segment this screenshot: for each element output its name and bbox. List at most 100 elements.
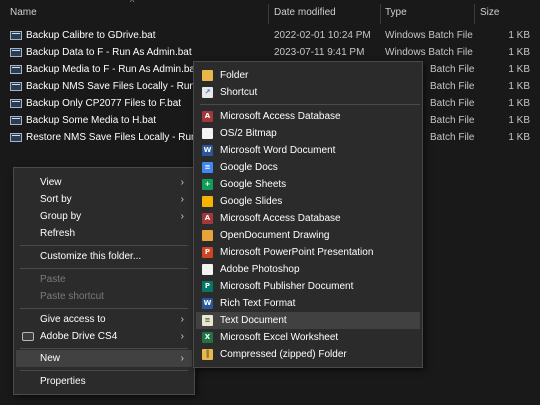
menu-item-label: Properties <box>40 376 86 387</box>
file-type: Windows Batch File <box>385 47 473 58</box>
batch-file-icon <box>10 116 22 125</box>
menu-item-label: Group by <box>40 211 82 222</box>
new-item-publisher[interactable]: P Microsoft Publisher Document <box>196 278 420 295</box>
file-row[interactable]: Backup Calibre to GDrive.bat 2022-02-01 … <box>0 27 540 44</box>
column-name[interactable]: Name <box>10 0 37 26</box>
new-submenu: Folder ↗ Shortcut A Microsoft Access Dat… <box>193 61 423 368</box>
bitmap-icon <box>202 128 213 139</box>
file-name: Backup Calibre to GDrive.bat <box>26 30 156 41</box>
shortcut-icon: ↗ <box>202 87 213 98</box>
new-item-label: Microsoft Excel Worksheet <box>220 332 339 343</box>
new-item-label: OpenDocument Drawing <box>220 230 330 241</box>
menu-item-properties[interactable]: Properties <box>16 373 192 390</box>
menu-item-label: Sort by <box>40 194 72 205</box>
file-name: Backup Data to F - Run As Admin.bat <box>26 47 192 58</box>
google-sheets-icon: + <box>202 179 213 190</box>
new-item-label: Rich Text Format <box>220 298 296 309</box>
menu-divider <box>20 268 188 269</box>
new-item-access-database-2[interactable]: A Microsoft Access Database <box>196 210 420 227</box>
new-item-label: Compressed (zipped) Folder <box>220 349 347 360</box>
new-item-label: Folder <box>220 70 249 81</box>
menu-item-paste-shortcut: Paste shortcut <box>16 288 192 305</box>
file-type: Batch File <box>430 115 475 126</box>
chevron-right-icon: › <box>180 211 184 222</box>
file-name: Backup NMS Save Files Locally - Run As <box>26 81 209 92</box>
rich-text-icon: W <box>202 298 213 309</box>
drive-icon <box>22 332 34 341</box>
file-type: Batch File <box>430 64 475 75</box>
file-type: Windows Batch File <box>385 30 473 41</box>
new-item-label: OS/2 Bitmap <box>220 128 277 139</box>
access-icon: A <box>202 111 213 122</box>
menu-divider <box>200 104 420 105</box>
new-item-label: Adobe Photoshop <box>220 264 300 275</box>
chevron-right-icon: › <box>180 177 184 188</box>
new-item-label: Google Sheets <box>220 179 287 190</box>
new-item-label: Microsoft PowerPoint Presentation <box>220 247 374 258</box>
file-size: 1 KB <box>508 98 530 109</box>
file-name: Backup Only CP2077 Files to F.bat <box>26 98 182 109</box>
new-item-powerpoint[interactable]: P Microsoft PowerPoint Presentation <box>196 244 420 261</box>
column-divider[interactable] <box>380 4 381 24</box>
new-item-os2-bitmap[interactable]: OS/2 Bitmap <box>196 125 420 142</box>
chevron-right-icon: › <box>180 353 184 364</box>
menu-item-sort-by[interactable]: Sort by › <box>16 191 192 208</box>
new-item-folder[interactable]: Folder <box>196 67 420 84</box>
column-size[interactable]: Size <box>480 0 499 26</box>
file-type: Batch File <box>430 81 475 92</box>
folder-icon <box>202 70 213 81</box>
menu-item-refresh[interactable]: Refresh <box>16 225 192 242</box>
batch-file-icon <box>10 31 22 40</box>
menu-item-paste: Paste <box>16 271 192 288</box>
menu-divider <box>20 308 188 309</box>
menu-divider <box>20 245 188 246</box>
menu-item-give-access[interactable]: Give access to › <box>16 311 192 328</box>
new-item-zip-folder[interactable]: ║ Compressed (zipped) Folder <box>196 346 420 363</box>
menu-item-label: View <box>40 177 62 188</box>
file-size: 1 KB <box>508 64 530 75</box>
new-item-photoshop[interactable]: Adobe Photoshop <box>196 261 420 278</box>
menu-item-customize-folder[interactable]: Customize this folder... <box>16 248 192 265</box>
new-item-opendocument-drawing[interactable]: OpenDocument Drawing <box>196 227 420 244</box>
file-size: 1 KB <box>508 81 530 92</box>
new-item-shortcut[interactable]: ↗ Shortcut <box>196 84 420 101</box>
new-item-excel[interactable]: X Microsoft Excel Worksheet <box>196 329 420 346</box>
file-date: 2023-07-11 9:41 PM <box>274 47 365 58</box>
menu-item-label: Give access to <box>40 314 106 325</box>
new-item-text-document[interactable]: ≡ Text Document <box>196 312 420 329</box>
menu-item-view[interactable]: View › <box>16 174 192 191</box>
google-docs-icon: ≡ <box>202 162 213 173</box>
column-divider[interactable] <box>268 4 269 24</box>
new-item-google-docs[interactable]: ≡ Google Docs <box>196 159 420 176</box>
menu-item-label: Paste shortcut <box>40 291 104 302</box>
menu-item-label: Refresh <box>40 228 76 239</box>
column-header: ^ Name Date modified Type Size <box>0 0 540 26</box>
google-slides-icon <box>202 196 213 207</box>
menu-item-new[interactable]: New › <box>16 350 192 367</box>
batch-file-icon <box>10 48 22 57</box>
file-size: 1 KB <box>508 47 530 58</box>
new-item-google-sheets[interactable]: + Google Sheets <box>196 176 420 193</box>
batch-file-icon <box>10 133 22 142</box>
menu-item-adobe-drive[interactable]: Adobe Drive CS4 › <box>16 328 192 345</box>
file-type: Batch File <box>430 98 475 109</box>
new-item-label: Google Slides <box>220 196 283 207</box>
column-divider[interactable] <box>474 4 475 24</box>
new-item-rich-text[interactable]: W Rich Text Format <box>196 295 420 312</box>
photoshop-icon <box>202 264 213 275</box>
word-icon: W <box>202 145 213 156</box>
new-item-access-database[interactable]: A Microsoft Access Database <box>196 108 420 125</box>
batch-file-icon <box>10 99 22 108</box>
excel-icon: X <box>202 332 213 343</box>
column-date-modified[interactable]: Date modified <box>274 0 336 26</box>
column-type[interactable]: Type <box>385 0 407 26</box>
new-item-word-document[interactable]: W Microsoft Word Document <box>196 142 420 159</box>
new-item-label: Microsoft Access Database <box>220 111 341 122</box>
sort-ascending-icon: ^ <box>130 0 135 7</box>
new-item-google-slides[interactable]: Google Slides <box>196 193 420 210</box>
new-item-label: Microsoft Access Database <box>220 213 341 224</box>
context-menu: View › Sort by › Group by › Refresh Cust… <box>13 167 195 395</box>
file-row[interactable]: Backup Data to F - Run As Admin.bat 2023… <box>0 44 540 61</box>
menu-item-group-by[interactable]: Group by › <box>16 208 192 225</box>
new-item-label: Microsoft Word Document <box>220 145 336 156</box>
